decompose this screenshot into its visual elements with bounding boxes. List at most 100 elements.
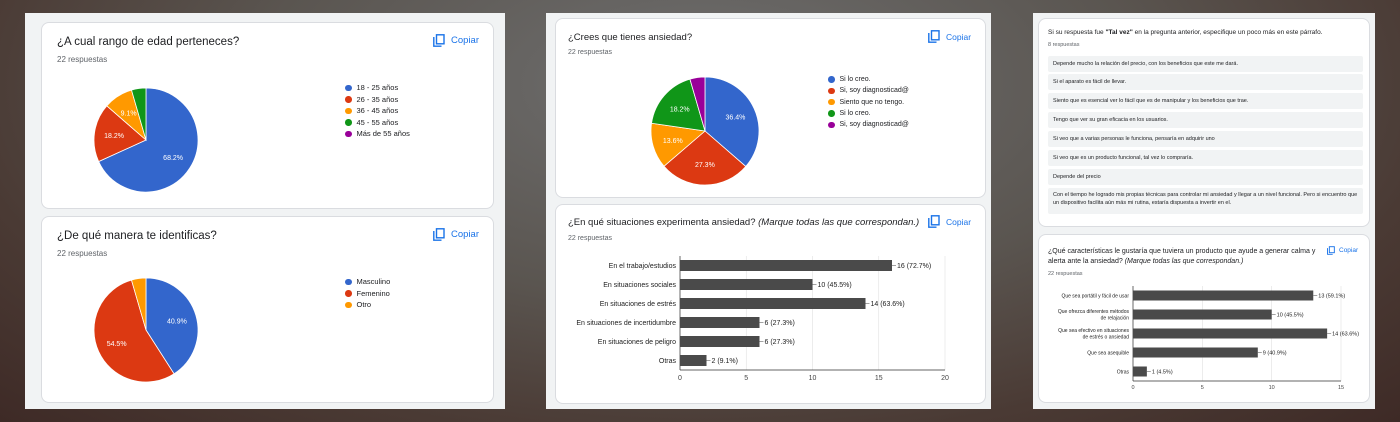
panel-product: Si su respuesta fue "Tal vez" en la preg… bbox=[1033, 13, 1375, 409]
legend-item: 26 - 35 años bbox=[345, 94, 410, 106]
category-label: En el trabajo/estudios bbox=[609, 263, 677, 270]
legend-label: Si, soy diagnosticad@ bbox=[839, 87, 909, 95]
category-label: Otras bbox=[1117, 369, 1130, 375]
legend-item: Siento que no tengo. bbox=[828, 97, 909, 108]
pie-chart-anxiety: 36.4% 27.3% 13.6% 18.2% bbox=[650, 76, 760, 186]
legend: Si lo creo. Si, soy diagnosticad@ Siento q… bbox=[828, 74, 909, 130]
legend-swatch bbox=[828, 98, 835, 106]
response-item: Con el tiempo he logrado mis propias téc… bbox=[1048, 188, 1363, 214]
question-card-gender: ¿De qué manera te identificas? 22 respue… bbox=[41, 216, 494, 403]
legend-swatch bbox=[828, 110, 835, 117]
question-card-paragraph: Si su respuesta fue "Tal vez" en la preg… bbox=[1038, 18, 1370, 227]
legend-item: Otro bbox=[345, 299, 390, 311]
bar bbox=[1133, 328, 1328, 339]
bar bbox=[1133, 309, 1272, 320]
legend-swatch bbox=[345, 107, 352, 114]
bar bbox=[1133, 347, 1258, 358]
legend-swatch bbox=[345, 119, 352, 126]
legend-label: Si lo creo. bbox=[839, 76, 871, 83]
bar bbox=[680, 317, 760, 328]
x-tick-label: 0 bbox=[1131, 385, 1134, 391]
legend-item: Masculino bbox=[345, 276, 390, 288]
legend-swatch bbox=[828, 76, 835, 83]
x-tick-label: 10 bbox=[809, 375, 817, 382]
x-tick-label: 15 bbox=[875, 375, 883, 382]
question-card-anxiety: ¿Crees que tienes ansiedad? 22 respuesta… bbox=[555, 18, 986, 198]
legend-swatch bbox=[345, 278, 352, 285]
category-label: En situaciones de estrés bbox=[600, 301, 677, 308]
legend-swatch bbox=[345, 130, 352, 137]
response-item: Depende del precio bbox=[1048, 169, 1363, 185]
legend-label: Otro bbox=[356, 300, 372, 309]
question-card-situations: ¿En qué situaciones experimenta ansiedad… bbox=[555, 204, 986, 404]
value-label: 10 (45.5%) bbox=[818, 282, 852, 289]
question-title: Si su respuesta fue "Tal vez" en la preg… bbox=[1048, 29, 1323, 36]
question-card-features: ¿Qué características le gustaría que tuv… bbox=[1038, 234, 1370, 403]
legend-item: Más de 55 años bbox=[345, 128, 410, 140]
legend-swatch bbox=[828, 87, 835, 95]
legend-swatch bbox=[828, 121, 835, 129]
pie-chart-gender: 40.9% 54.5% bbox=[93, 277, 199, 383]
legend-label: Femenino bbox=[356, 288, 390, 298]
question-card-age: ¿A cual rango de edad perteneces? 22 res… bbox=[41, 22, 494, 209]
value-label: 16 (72.7%) bbox=[897, 263, 931, 270]
x-tick-label: 5 bbox=[1201, 385, 1204, 391]
category-label: Que sea portátil y fácil de usar bbox=[1061, 293, 1129, 299]
category-label: Otras bbox=[659, 358, 677, 365]
slice-label: 27.3% bbox=[695, 162, 715, 169]
legend-item: Si, soy diagnosticad@ bbox=[828, 85, 909, 96]
slice-label: 9.1% bbox=[121, 110, 137, 117]
response-item: Siento que es esencial ver lo fácil que … bbox=[1048, 93, 1363, 109]
legend-swatch bbox=[345, 290, 352, 297]
value-label: 2 (9.1%) bbox=[712, 358, 738, 365]
value-label: 1 (4.5%) bbox=[1152, 369, 1173, 375]
legend-item: 45 - 55 años bbox=[345, 117, 410, 129]
legend-item: Si lo creo. bbox=[828, 108, 909, 119]
bar bbox=[680, 279, 813, 290]
legend-label: 26 - 35 años bbox=[356, 94, 399, 104]
bar bbox=[680, 298, 866, 309]
x-tick-label: 20 bbox=[941, 375, 949, 382]
category-label: En situaciones de peligro bbox=[598, 339, 676, 346]
value-label: 9 (40.9%) bbox=[1263, 350, 1287, 356]
category-label: En situaciones sociales bbox=[603, 282, 676, 289]
slice-label: 40.9% bbox=[167, 318, 187, 325]
title-text: Si su respuesta fue bbox=[1048, 29, 1106, 36]
x-tick-label: 15 bbox=[1338, 385, 1344, 391]
value-label: 10 (45.5%) bbox=[1277, 312, 1304, 318]
response-item: Si el aparato es fácil de llevar. bbox=[1048, 74, 1363, 90]
panel-anxiety: ¿Crees que tienes ansiedad? 22 respuesta… bbox=[546, 13, 991, 409]
response-item: Tengo que ver su gran eficacia en los us… bbox=[1048, 112, 1363, 128]
category-label: de estrés o ansiedad bbox=[1083, 335, 1130, 341]
response-item: Depende mucho la relación del precio, co… bbox=[1048, 56, 1363, 72]
slice-label: 18.2% bbox=[670, 106, 690, 113]
slice-label: 68.2% bbox=[163, 155, 183, 162]
title-text-end: en la pregunta anterior, especifique un … bbox=[1132, 29, 1323, 36]
slice-label: 13.6% bbox=[663, 138, 683, 145]
legend-label: 45 - 55 años bbox=[356, 117, 399, 127]
panel-demographics: ¿A cual rango de edad perteneces? 22 res… bbox=[25, 13, 505, 409]
legend-label: 36 - 45 años bbox=[356, 106, 399, 115]
category-label: En situaciones de incertidumbre bbox=[576, 320, 676, 327]
slice-label: 18.2% bbox=[104, 133, 124, 140]
bar bbox=[1133, 366, 1147, 377]
bar bbox=[1133, 290, 1314, 301]
legend-label: Más de 55 años bbox=[356, 129, 410, 138]
x-tick-label: 5 bbox=[744, 375, 748, 382]
pie-chart-age: 68.2% 18.2% 9.1% bbox=[93, 87, 199, 193]
bar bbox=[680, 260, 892, 271]
category-label: Que ofrezca diferentes métodos bbox=[1058, 309, 1130, 315]
response-item: Si veo que es un producto funcional, tal… bbox=[1048, 150, 1363, 166]
category-label: Que sea efectivo en situaciones bbox=[1058, 328, 1129, 334]
value-label: 6 (27.3%) bbox=[765, 339, 795, 346]
legend-item: 36 - 45 años bbox=[345, 105, 410, 117]
bar-chart-features: 0 5 10 15 Que sea portátil y fácil de usar 13… bbox=[1058, 286, 1359, 391]
response-count: 8 respuestas bbox=[1048, 42, 1080, 48]
bar bbox=[680, 336, 760, 347]
response-item: Si veo que a varias personas le funciona… bbox=[1048, 131, 1363, 147]
legend-swatch bbox=[345, 96, 352, 103]
legend: 18 - 25 años 26 - 35 años 36 - 45 años 45 -… bbox=[345, 82, 410, 140]
value-label: 6 (27.3%) bbox=[765, 320, 795, 327]
value-label: 14 (63.6%) bbox=[1332, 331, 1359, 337]
title-bold: "Tal vez" bbox=[1105, 29, 1133, 36]
